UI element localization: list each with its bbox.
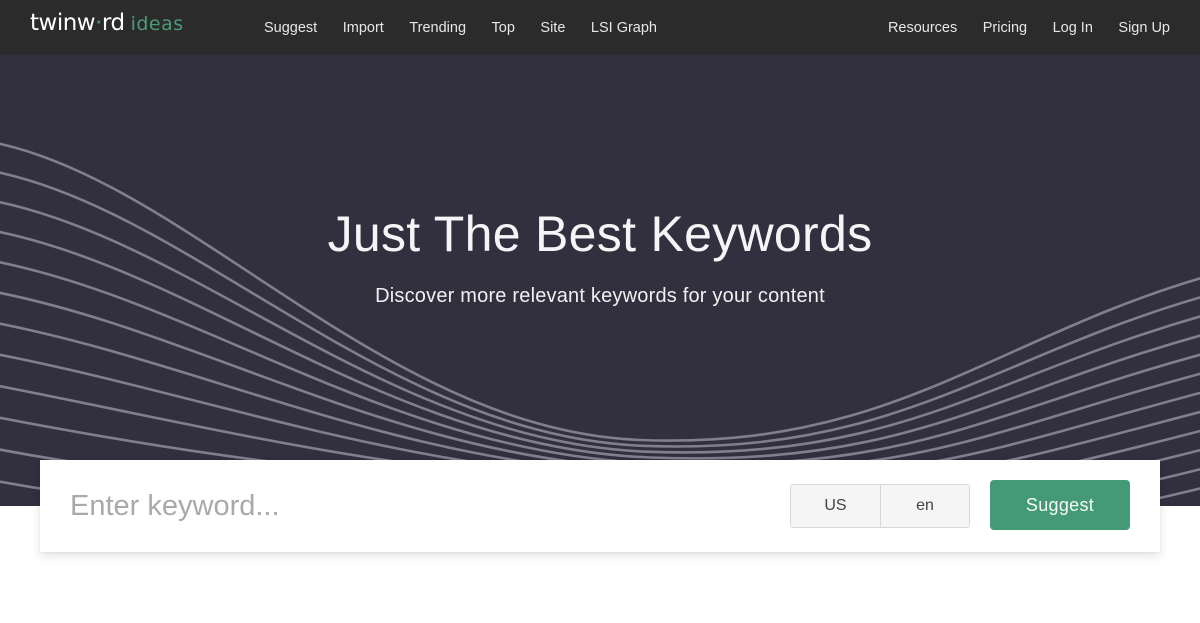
hero-subtitle: Discover more relevant keywords for your… (375, 285, 825, 307)
primary-nav: Suggest Import Trending Top Site LSI Gra… (264, 0, 683, 55)
keyword-input[interactable] (70, 478, 770, 534)
keyword-search-form: US en Suggest (40, 460, 1160, 552)
nav-log-in[interactable]: Log In (1053, 20, 1093, 36)
nav-suggest[interactable]: Suggest (264, 20, 317, 36)
hero-title: Just The Best Keywords (327, 206, 873, 262)
nav-pricing[interactable]: Pricing (983, 20, 1027, 36)
logo-wordmark: twinw·rd (30, 10, 125, 36)
suggest-button[interactable]: Suggest (990, 480, 1130, 530)
wave-lines-decoration (0, 142, 1200, 506)
nav-top[interactable]: Top (492, 20, 515, 36)
brand-logo[interactable]: twinw·rd ideas (30, 10, 184, 42)
top-navbar: twinw·rd ideas Suggest Import Trending T… (0, 0, 1200, 55)
logo-subtitle: ideas (130, 13, 184, 35)
hero-section: Just The Best Keywords Discover more rel… (0, 55, 1200, 506)
locale-selector: US en (790, 484, 970, 528)
nav-sign-up[interactable]: Sign Up (1118, 20, 1170, 36)
account-nav: Resources Pricing Log In Sign Up (862, 0, 1170, 55)
country-select[interactable]: US (791, 485, 880, 527)
logo-dot-icon: · (95, 10, 102, 36)
nav-import[interactable]: Import (343, 20, 384, 36)
nav-resources[interactable]: Resources (888, 20, 957, 36)
language-select[interactable]: en (880, 485, 969, 527)
nav-lsi-graph[interactable]: LSI Graph (591, 20, 657, 36)
nav-trending[interactable]: Trending (409, 20, 466, 36)
nav-site[interactable]: Site (540, 20, 565, 36)
